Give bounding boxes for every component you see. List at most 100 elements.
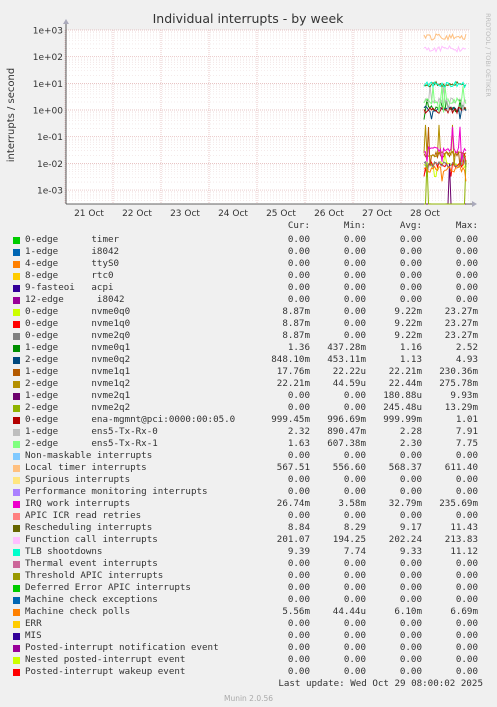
legend-label: Posted-interrupt wakeup event [25, 666, 186, 677]
legend-label: 0-edge timer [25, 234, 120, 245]
legend-swatch [13, 513, 20, 520]
legend-label: 1-edge nvme1q1 [25, 366, 131, 377]
legend-row: Nested posted-interrupt event 0.00 0.00 0.0… [0, 654, 497, 666]
legend-value-max: 11.12 [450, 546, 478, 557]
legend-row: Posted-interrupt wakeup event 0.00 0.00 0.0… [0, 666, 497, 678]
chart: Individual interrupts - by week interrup… [6, 11, 492, 219]
legend-swatch [13, 597, 20, 604]
legend-row: 2-edge nvme2q2 0.00 0.00 245.48u 13.29m [0, 402, 497, 414]
legend-label: Threshold APIC interrupts [25, 570, 164, 581]
legend-row: 0-edge nvme0q0 8.87m 0.00 9.22m 23.27m [0, 306, 497, 318]
legend-value-max: 23.27m [444, 306, 478, 317]
legend-value-max: 0.00 [455, 582, 478, 593]
y-axis-arrow [63, 19, 69, 24]
legend-value-max: 230.36m [439, 366, 478, 377]
legend-label: MIS [25, 630, 42, 641]
y-axis-label: interrupts / second [6, 68, 17, 162]
legend-row: Thermal event interrupts 0.00 0.00 0.00 0.00 [0, 558, 497, 570]
y-tick-label: 1e+01 [33, 80, 63, 90]
legend-label: 8-edge rtc0 [25, 270, 114, 281]
x-tick-label: 22 Oct [122, 209, 152, 219]
side-label: RRDTOOL / TOBI OETIKER [484, 13, 492, 97]
legend-label: Function call interrupts [25, 534, 158, 545]
legend-label: 1-edge i8042 [25, 246, 120, 257]
legend-label: 1-edge nvme0q1 [25, 342, 131, 353]
legend-label: 0-edge nvme2q0 [25, 330, 131, 341]
legend-value-max: 23.27m [444, 318, 478, 329]
legend-row: 12-edge i8042 0.00 0.00 0.00 0.00 [0, 294, 497, 306]
legend-row: Rescheduling interrupts 8.84 8.29 9.17 11.43 [0, 522, 497, 534]
legend-value-max: 275.78m [439, 378, 478, 389]
x-tick-label: 25 Oct [266, 209, 296, 219]
legend-value-max: 235.69m [439, 498, 478, 509]
legend-header: Cur: Min: Avg: Max: [0, 220, 497, 232]
y-tick-label: 1e-03 [37, 187, 63, 197]
legend-label: APIC ICR read retries [25, 510, 142, 521]
legend-value-max: 0.00 [455, 618, 478, 629]
legend-swatch [13, 333, 20, 340]
legend-label: Spurious interrupts [25, 474, 131, 485]
legend-row: 9-fasteoi acpi 0.00 0.00 0.00 0.00 [0, 282, 497, 294]
legend-row: MIS 0.00 0.00 0.00 0.00 [0, 630, 497, 642]
legend-label: 1-edge nvme2q1 [25, 390, 131, 401]
legend-value-max: 0.00 [455, 282, 478, 293]
legend-swatch [13, 465, 20, 472]
legend-value-max: 0.00 [455, 594, 478, 605]
legend-value-max: 0.00 [455, 570, 478, 581]
legend-row: TLB shootdowns 9.39 7.74 9.33 11.12 [0, 546, 497, 558]
legend-swatch [13, 369, 20, 376]
legend-swatch [13, 657, 20, 664]
legend-swatch [13, 237, 20, 244]
legend-label: Machine check polls [25, 606, 131, 617]
legend-row: 1-edge nvme1q1 17.76m 22.22u 22.21m 230.36m [0, 366, 497, 378]
legend-value-max: 7.91 [455, 426, 478, 437]
legend-value-max: 4.93 [455, 354, 478, 365]
legend-swatch [13, 549, 20, 556]
legend-label: 0-edge ena-mgmnt@pci:0000:00:05.0 [25, 414, 236, 425]
legend-value-max: 0.00 [455, 294, 478, 305]
legend-row: Deferred Error APIC interrupts 0.00 0.00 0.… [0, 582, 497, 594]
legend-row: Function call interrupts 201.07 194.25 202.… [0, 534, 497, 546]
legend-row: Performance monitoring interrupts 0.00 0.0… [0, 486, 497, 498]
legend-swatch [13, 309, 20, 316]
legend-value-max: 0.00 [455, 258, 478, 269]
legend-label: Non-maskable interrupts [25, 450, 153, 461]
plot-area: 1e-03 1e-02 1e-01 1e+00 1e+01 1e+02 1e+03 21 Oc… [33, 19, 477, 219]
col-header-max: Max: [455, 220, 478, 231]
y-tick-label: 1e-02 [37, 160, 63, 170]
legend-value-max: 0.00 [455, 270, 478, 281]
legend-label: 9-fasteoi acpi [25, 282, 114, 293]
legend-row: Local timer interrupts 567.51 556.60 568.37… [0, 462, 497, 474]
legend-value-max: 0.00 [455, 630, 478, 641]
legend-swatch [13, 261, 20, 268]
legend-value-max: 0.00 [455, 642, 478, 653]
legend-value-max: 11.43 [450, 522, 478, 533]
legend-swatch [13, 321, 20, 328]
legend-swatch [13, 669, 20, 676]
x-tick-label: 27 Oct [362, 209, 392, 219]
legend-value-max: 7.75 [455, 438, 478, 449]
legend-row: 1-edge ens5-Tx-Rx-0 2.32 890.47m 2.28 7.91 [0, 426, 497, 438]
y-tick-label: 1e+02 [33, 53, 63, 63]
legend-swatch [13, 609, 20, 616]
legend-label: 2-edge nvme2q2 [25, 402, 131, 413]
legend-row: IRQ work interrupts 26.74m 3.58m 32.79m 235.… [0, 498, 497, 510]
legend-label: 2-edge ens5-Tx-Rx-1 [25, 438, 158, 449]
legend-swatch [13, 477, 20, 484]
legend-value-max: 611.40 [444, 462, 478, 473]
last-update: Last update: Wed Oct 29 08:00:02 2025 [278, 678, 483, 689]
legend-label: Deferred Error APIC interrupts [25, 582, 191, 593]
legend-label: Posted-interrupt notification event [25, 642, 219, 653]
legend-value-max: 13.29m [444, 402, 478, 413]
legend-swatch [13, 633, 20, 640]
legend-swatch [13, 573, 20, 580]
legend-value-max: 9.93m [450, 390, 478, 401]
legend-swatch [13, 501, 20, 508]
legend-value-max: 23.27m [444, 330, 478, 341]
legend-row: Machine check exceptions 0.00 0.00 0.00 0.00 [0, 594, 497, 606]
legend-row: 0-edge nvme2q0 8.87m 0.00 9.22m 23.27m [0, 330, 497, 342]
legend-swatch [13, 405, 20, 412]
legend-label: 12-edge i8042 [25, 294, 125, 305]
legend-label: TLB shootdowns [25, 546, 103, 557]
plot-background [66, 30, 470, 204]
